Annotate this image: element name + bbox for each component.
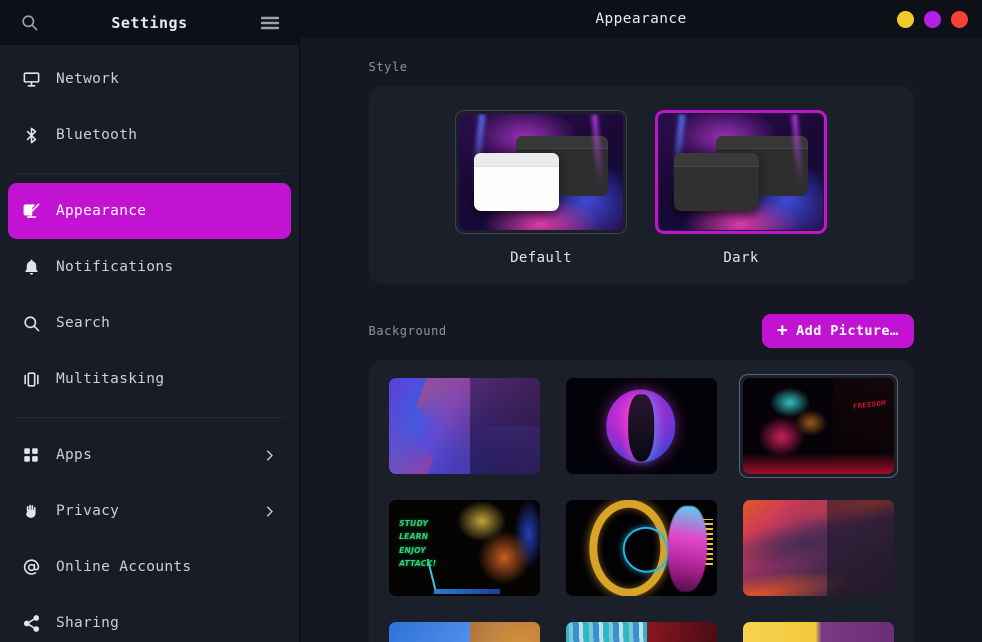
add-picture-label: Add Picture… [796, 323, 898, 339]
style-option-label: Dark [723, 250, 758, 266]
page-title: Appearance [300, 11, 982, 27]
window-titlebar: Appearance [300, 0, 982, 38]
mini-window-front-dark [674, 153, 759, 211]
sidebar-item-label: Sharing [56, 615, 119, 631]
wallpaper-item-blue-orange-gradient[interactable] [385, 618, 544, 642]
style-section-label: Style [369, 60, 914, 74]
style-preview-default[interactable] [455, 110, 627, 234]
wallpaper-thumbnail [566, 622, 717, 642]
sidebar-item-multitasking[interactable]: Multitasking [8, 351, 291, 407]
monitor-icon [22, 70, 56, 89]
at-sign-icon [22, 558, 56, 577]
sidebar-item-label: Apps [56, 447, 92, 463]
grid-icon [22, 446, 56, 464]
wallpaper-thumbnail [389, 622, 540, 642]
sidebar-item-network[interactable]: Network [8, 51, 291, 107]
wallpaper-thumbnail [743, 500, 894, 596]
hamburger-menu-icon[interactable] [255, 8, 285, 38]
wallpaper-thumbnail [566, 378, 717, 474]
sidebar-item-label: Notifications [56, 259, 173, 275]
wallpaper-grid: FREEDOM STUDY LEARN ENJOY ATTACK! [385, 374, 898, 642]
wallpaper-thumbnail [389, 378, 540, 474]
sidebar-item-label: Network [56, 71, 119, 87]
sidebar-item-label: Multitasking [56, 371, 164, 387]
wallpaper-thumbnail [566, 500, 717, 596]
style-option-default[interactable]: Default [455, 110, 627, 266]
sidebar-item-privacy[interactable]: Privacy [8, 483, 291, 539]
wallpaper-preview [659, 114, 823, 230]
settings-window: Settings Network [0, 0, 982, 642]
wallpaper-item-cyberpunk-freedom[interactable]: FREEDOM [739, 374, 898, 478]
sidebar-item-label: Bluetooth [56, 127, 137, 143]
sidebar: Settings Network [0, 0, 300, 642]
search-icon [22, 314, 56, 333]
multitasking-icon [22, 370, 56, 389]
sidebar-item-online-accounts[interactable]: Online Accounts [8, 539, 291, 595]
sidebar-item-search[interactable]: Search [8, 295, 291, 351]
wallpaper-item-study-learn-enjoy-attack[interactable]: STUDY LEARN ENJOY ATTACK! [385, 496, 544, 600]
background-section-label: Background [369, 324, 447, 338]
sidebar-item-label: Search [56, 315, 110, 331]
maximize-button[interactable] [924, 11, 941, 28]
sidebar-item-bluetooth[interactable]: Bluetooth [8, 107, 291, 163]
add-picture-button[interactable]: + Add Picture… [762, 314, 914, 348]
wallpaper-preview [459, 114, 623, 230]
sidebar-divider [14, 173, 285, 174]
wallpaper-item-orange-purple-waves[interactable] [739, 496, 898, 600]
wallpaper-caption: STUDY LEARN ENJOY ATTACK! [399, 517, 436, 570]
settings-content: Style Default [300, 38, 982, 642]
wallpaper-item-neon-warrior-halo[interactable] [562, 374, 721, 478]
style-preview-dark[interactable] [655, 110, 827, 234]
bluetooth-icon [22, 126, 56, 145]
close-button[interactable] [951, 11, 968, 28]
sidebar-item-sharing[interactable]: Sharing [8, 595, 291, 642]
wallpaper-item-teal-red-abstract[interactable] [562, 618, 721, 642]
sidebar-header: Settings [0, 0, 299, 45]
share-icon [22, 614, 56, 633]
wallpaper-thumbnail: STUDY LEARN ENJOY ATTACK! [389, 500, 540, 596]
mini-window-front-light [474, 153, 559, 211]
appearance-icon [22, 202, 56, 221]
sidebar-item-appearance[interactable]: Appearance [8, 183, 291, 239]
wallpaper-thumbnail [743, 622, 894, 642]
sidebar-item-label: Appearance [56, 203, 146, 219]
main-area: Appearance Style [300, 0, 982, 642]
bell-icon [22, 258, 56, 277]
sidebar-nav-list: Network Bluetooth [0, 45, 299, 642]
minimize-button[interactable] [897, 11, 914, 28]
style-panel: Default Dark [369, 86, 914, 284]
style-option-label: Default [510, 250, 572, 266]
plus-icon: + [777, 322, 788, 340]
style-option-dark[interactable]: Dark [655, 110, 827, 266]
hand-icon [22, 502, 56, 521]
chevron-right-icon [262, 504, 277, 519]
wallpaper-item-gold-ring-figure[interactable] [562, 496, 721, 600]
sidebar-item-notifications[interactable]: Notifications [8, 239, 291, 295]
wallpaper-item-low-poly-blue-purple[interactable] [385, 374, 544, 478]
window-controls [897, 11, 968, 28]
wallpaper-item-yellow-purple-split[interactable] [739, 618, 898, 642]
sidebar-item-label: Privacy [56, 503, 119, 519]
background-grid-panel: FREEDOM STUDY LEARN ENJOY ATTACK! [369, 360, 914, 642]
sidebar-divider [14, 417, 285, 418]
background-section-header: Background + Add Picture… [369, 314, 914, 348]
sidebar-item-apps[interactable]: Apps [8, 427, 291, 483]
chevron-right-icon [262, 448, 277, 463]
background-section: Background + Add Picture… [369, 314, 914, 642]
wallpaper-thumbnail: FREEDOM [743, 378, 894, 474]
sidebar-item-label: Online Accounts [56, 559, 191, 575]
search-icon[interactable] [14, 8, 44, 38]
